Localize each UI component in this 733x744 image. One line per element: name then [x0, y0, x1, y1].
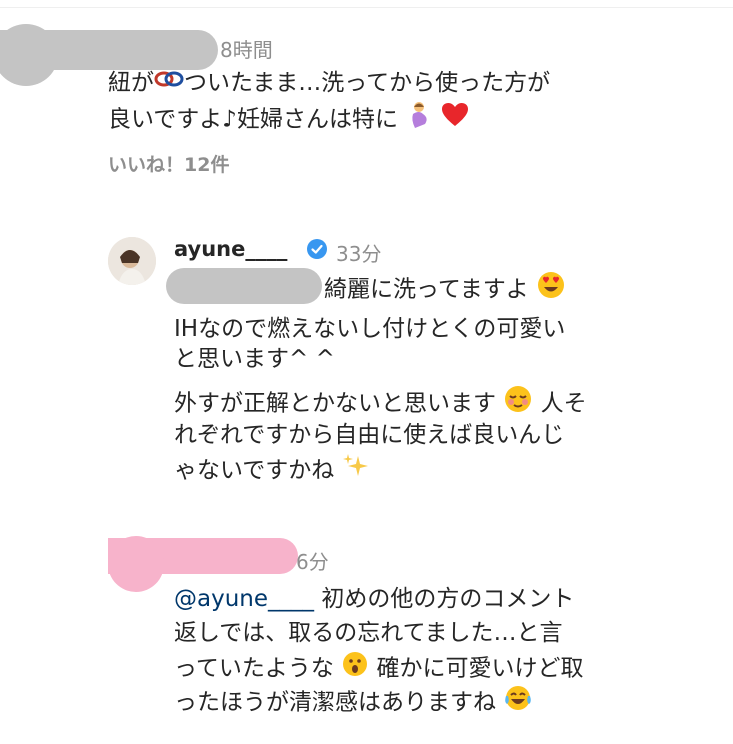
redacted-avatar — [108, 536, 164, 592]
reply-time: 6分 — [296, 550, 329, 574]
verified-badge-icon — [306, 238, 328, 264]
reply-text-line: っていたような 確かに可愛いけど取 — [174, 650, 583, 688]
reply-text-line: 返しでは、取るの忘れてました…と言 — [174, 620, 563, 646]
avatar[interactable] — [108, 237, 156, 285]
comment-text-line: 良いですよ♪妊婦さんは特に — [108, 100, 469, 140]
knot-icon — [154, 67, 184, 101]
pregnant-woman-icon — [405, 100, 433, 140]
reply-text-line: と思います^ ^ — [174, 346, 335, 372]
reply-text-line: ゃないですかね — [174, 452, 370, 490]
redacted-mention — [166, 268, 322, 304]
reply-text-line: れぞれですから自由に使えば良いんじ — [174, 422, 565, 448]
tears-of-joy-icon — [503, 684, 533, 722]
reply-text-line: @ayune____ 初めの他の方のコメント — [174, 586, 575, 612]
likes-count[interactable]: いいね！12件 — [108, 150, 229, 177]
comment-time: 8時間 — [220, 38, 273, 62]
username[interactable]: ayune____ — [174, 237, 287, 261]
surprised-face-icon — [341, 650, 369, 688]
top-divider — [0, 7, 733, 8]
reply-text-line: ったほうが清潔感はありますね — [174, 684, 533, 722]
heart-icon — [441, 102, 469, 138]
heart-eyes-icon — [536, 270, 566, 310]
reply-time: 33分 — [336, 242, 382, 266]
comment-text-line: 紐が ついたまま…洗ってから使った方が — [108, 66, 550, 101]
reply-text-line: IHなので燃えないし付けとくの可愛い — [174, 316, 566, 342]
mention-link[interactable]: @ayune____ — [174, 586, 314, 612]
sparkles-icon — [342, 452, 370, 490]
redacted-avatar — [0, 24, 58, 86]
reply-text-line: 綺麗に洗ってますよ — [324, 270, 566, 310]
